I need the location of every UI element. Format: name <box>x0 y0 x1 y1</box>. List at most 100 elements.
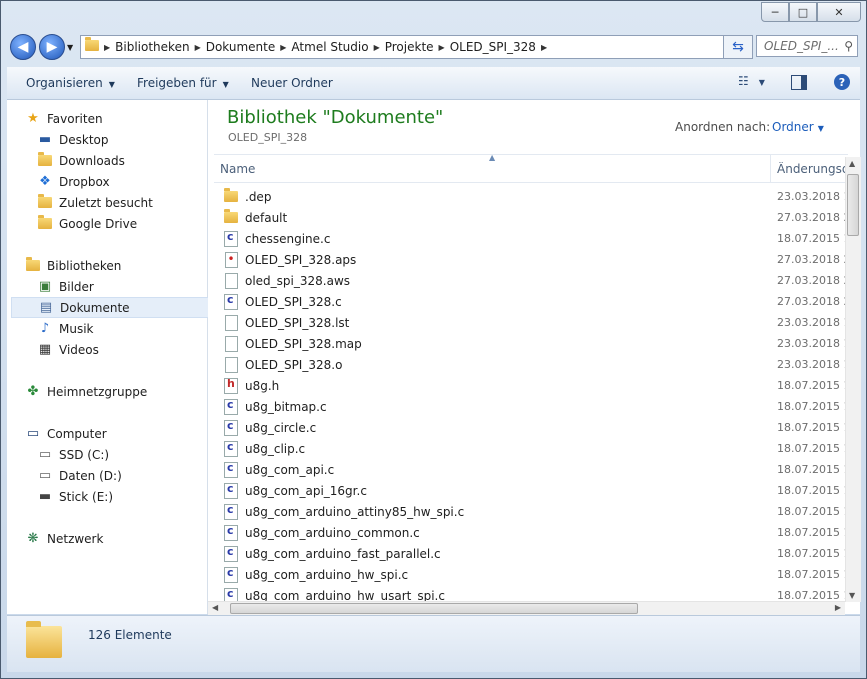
horizontal-scrollbar[interactable]: ◀ ▶ <box>208 601 845 615</box>
file-name: OLED_SPI_328.o <box>245 357 343 372</box>
arrow-right-icon: ▶ <box>46 39 58 55</box>
sidebar-item-dropbox[interactable]: ❖ Dropbox <box>37 171 235 192</box>
c-source-file-icon <box>223 503 239 520</box>
videos-icon: ▦ <box>38 341 52 357</box>
sidebar-item-drive-c[interactable]: ▭ SSD (C:) <box>37 444 235 465</box>
organize-button[interactable]: Organisieren ▼ <box>26 76 115 90</box>
file-row[interactable]: u8g_com_api.c 18.07.2015 12 <box>214 459 848 480</box>
breadcrumb-item[interactable]: Dokumente <box>201 40 281 54</box>
window-controls: ─ □ ✕ <box>761 2 861 22</box>
help-icon[interactable]: ? <box>834 74 850 90</box>
file-row[interactable]: OLED_SPI_328.o 23.03.2018 14 <box>214 354 848 375</box>
scroll-down-icon[interactable]: ▼ <box>849 591 855 600</box>
scroll-right-icon[interactable]: ▶ <box>835 603 841 612</box>
refresh-button[interactable]: ⇆ <box>723 35 753 59</box>
file-name: u8g_com_arduino_hw_usart_spi.c <box>245 588 445 602</box>
sidebar-item-label: Dropbox <box>59 174 110 189</box>
file-date: 18.07.2015 12 <box>777 526 848 539</box>
sidebar-item-drive-d[interactable]: ▭ Daten (D:) <box>37 465 235 486</box>
sidebar-item-desktop[interactable]: ▬ Desktop <box>37 129 235 150</box>
sidebar-homegroup[interactable]: ✤ Heimnetzgruppe <box>25 381 223 402</box>
file-list: .dep 23.03.2018 14 default 27.03.2018 20 che… <box>214 186 848 601</box>
sidebar-item-recent[interactable]: Zuletzt besucht <box>37 192 235 213</box>
arrange-dropdown[interactable]: Ordner ▼ <box>772 120 824 134</box>
horizontal-scroll-thumb[interactable] <box>230 603 638 614</box>
column-name[interactable]: Name <box>220 162 255 176</box>
file-row[interactable]: u8g_com_arduino_fast_parallel.c 18.07.201… <box>214 543 848 564</box>
file-row[interactable]: u8g_clip.c 18.07.2015 12 <box>214 438 848 459</box>
file-row[interactable]: u8g.h 18.07.2015 12 <box>214 375 848 396</box>
scroll-up-icon[interactable]: ▲ <box>849 159 855 168</box>
file-row[interactable]: u8g_com_arduino_hw_spi.c 18.07.2015 12 <box>214 564 848 585</box>
search-icon[interactable]: ⚲ <box>844 39 853 53</box>
file-row[interactable]: OLED_SPI_328.lst 23.03.2018 14 <box>214 312 848 333</box>
c-source-file-icon <box>223 524 239 541</box>
sidebar-libraries[interactable]: Bibliotheken <box>25 255 223 276</box>
sidebar-item-music[interactable]: ♪ Musik <box>37 318 235 339</box>
file-row[interactable]: chessengine.c 18.07.2015 12 <box>214 228 848 249</box>
file-row[interactable]: default 27.03.2018 20 <box>214 207 848 228</box>
file-row[interactable]: u8g_circle.c 18.07.2015 12 <box>214 417 848 438</box>
file-date: 18.07.2015 12 <box>777 232 848 245</box>
file-name: .dep <box>245 189 272 204</box>
minimize-button[interactable]: ─ <box>761 2 789 22</box>
search-input[interactable]: OLED_SPI_... ⚲ <box>756 35 858 57</box>
file-date: 18.07.2015 12 <box>777 421 848 434</box>
file-row[interactable]: OLED_SPI_328.c 27.03.2018 20 <box>214 291 848 312</box>
back-button[interactable]: ◀ <box>10 34 36 60</box>
c-source-file-icon <box>223 440 239 457</box>
sidebar-item-documents[interactable]: ▤ Dokumente <box>11 297 209 318</box>
file-row[interactable]: u8g_com_arduino_hw_usart_spi.c 18.07.2015… <box>214 585 848 601</box>
share-label: Freigeben für <box>137 76 217 90</box>
new-folder-button[interactable]: Neuer Ordner <box>251 76 333 90</box>
music-icon: ♪ <box>40 320 50 336</box>
sidebar-item-drive-e[interactable]: ▬ Stick (E:) <box>37 486 235 507</box>
file-row[interactable]: u8g_com_arduino_attiny85_hw_spi.c 18.07.2… <box>214 501 848 522</box>
recent-pages-chevron-icon[interactable]: ▼ <box>67 43 73 52</box>
vertical-scroll-thumb[interactable] <box>847 174 859 236</box>
homegroup-icon: ✤ <box>27 383 39 399</box>
preview-pane-icon[interactable] <box>791 75 807 90</box>
details-pane: 126 Elemente <box>7 615 860 672</box>
file-row[interactable]: u8g_bitmap.c 18.07.2015 12 <box>214 396 848 417</box>
sidebar-item-downloads[interactable]: Downloads <box>37 150 235 171</box>
file-row[interactable]: u8g_com_api_16gr.c 18.07.2015 12 <box>214 480 848 501</box>
sidebar-computer[interactable]: ▭ Computer <box>25 423 223 444</box>
file-row[interactable]: oled_spi_328.aws 27.03.2018 20 <box>214 270 848 291</box>
file-date: 18.07.2015 12 <box>777 442 848 455</box>
view-options-button[interactable]: ☷ ▼ <box>738 74 765 88</box>
project-file-icon <box>223 251 239 268</box>
c-source-file-icon <box>223 461 239 478</box>
file-row[interactable]: OLED_SPI_328.map 23.03.2018 14 <box>214 333 848 354</box>
vertical-scrollbar[interactable]: ▲ ▼ <box>845 157 861 602</box>
sidebar-favorites[interactable]: ★ Favoriten <box>25 108 223 129</box>
breadcrumb-item[interactable]: Bibliotheken <box>110 40 194 54</box>
file-row[interactable]: .dep 23.03.2018 14 <box>214 186 848 207</box>
chevron-right-icon[interactable]: ▶ <box>541 43 547 52</box>
column-divider[interactable] <box>770 155 771 182</box>
file-date: 18.07.2015 12 <box>777 379 848 392</box>
scroll-left-icon[interactable]: ◀ <box>212 603 218 612</box>
breadcrumb-item[interactable]: Projekte <box>380 40 439 54</box>
file-date: 18.07.2015 12 <box>777 463 848 476</box>
file-name: u8g_clip.c <box>245 441 306 456</box>
maximize-button[interactable]: □ <box>789 2 817 22</box>
breadcrumb-item[interactable]: Atmel Studio <box>286 40 373 54</box>
sidebar-item-pictures[interactable]: ▣ Bilder <box>37 276 235 297</box>
close-button[interactable]: ✕ <box>817 2 861 22</box>
file-name: OLED_SPI_328.lst <box>245 315 350 330</box>
sidebar-network[interactable]: ❋ Netzwerk <box>25 528 223 549</box>
sidebar-item-label: Musik <box>59 321 94 336</box>
share-button[interactable]: Freigeben für ▼ <box>137 76 229 90</box>
file-name: default <box>245 210 288 225</box>
caret-down-icon: ▼ <box>758 78 765 87</box>
organize-label: Organisieren <box>26 76 103 90</box>
sidebar-item-google-drive[interactable]: Google Drive <box>37 213 235 234</box>
sidebar-item-videos[interactable]: ▦ Videos <box>37 339 235 360</box>
column-date[interactable]: Änderungsd <box>777 162 847 176</box>
file-row[interactable]: OLED_SPI_328.aps 27.03.2018 20 <box>214 249 848 270</box>
file-row[interactable]: u8g_com_arduino_common.c 18.07.2015 12 <box>214 522 848 543</box>
forward-button[interactable]: ▶ <box>39 34 65 60</box>
address-bar[interactable]: ▶ Bibliotheken ▶ Dokumente ▶ Atmel Studi… <box>80 35 795 59</box>
breadcrumb-item[interactable]: OLED_SPI_328 <box>445 40 541 54</box>
